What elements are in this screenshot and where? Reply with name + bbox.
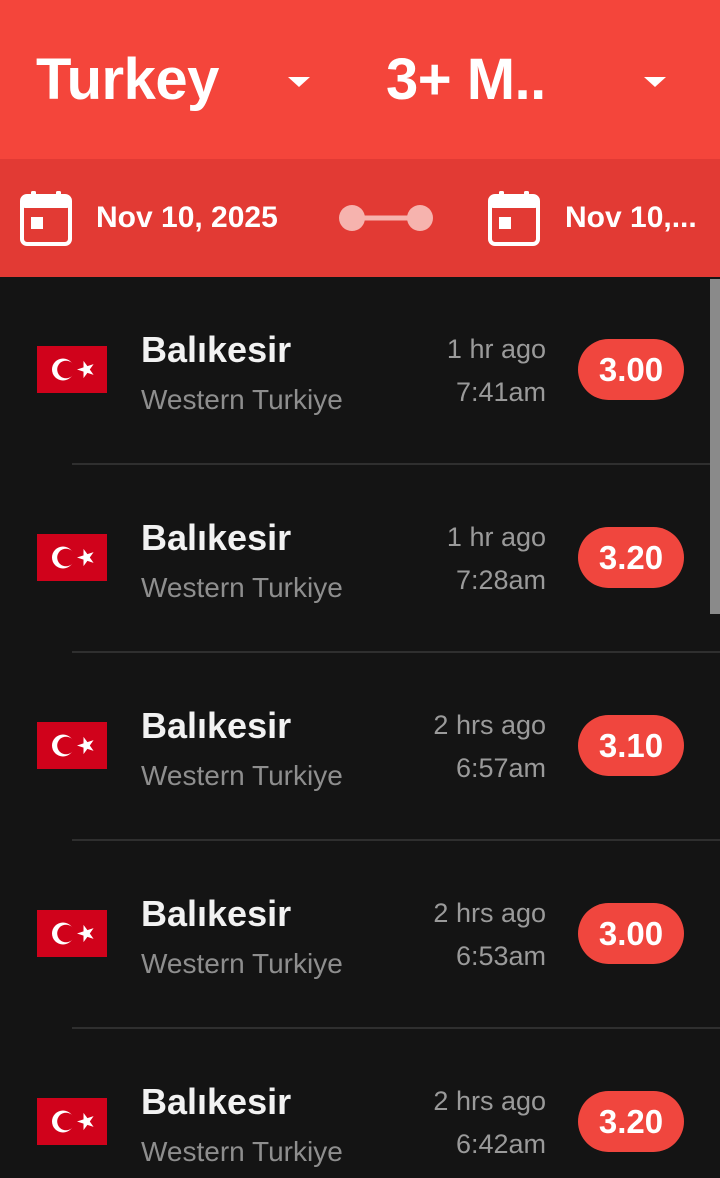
calendar-icon[interactable] [20,190,72,246]
turkey-flag-icon [37,346,107,393]
quake-place: Balıkesir [141,705,292,746]
earthquake-app: Turkey 3+ M.. Nov 10, 2025 Nov 10,... Ba… [0,0,720,1178]
magnitude-badge: 3.20 [578,1091,684,1152]
quake-place: Balıkesir [141,1081,292,1122]
list-item[interactable]: Balıkesir Western Turkiye 2 hrs ago 6:57… [0,653,720,841]
country-dropdown-value: Turkey [36,47,219,112]
turkey-flag-icon [37,722,107,769]
list-item[interactable]: Balıkesir Western Turkiye 2 hrs ago 6:53… [0,841,720,1029]
magnitude-dropdown-value: 3+ M.. [386,47,546,112]
quake-relative-time: 1 hr ago [446,522,546,552]
magnitude-badge: 3.20 [578,527,684,588]
country-dropdown[interactable]: Turkey [36,0,326,159]
range-connector-icon [339,205,433,231]
magnitude-dropdown[interactable]: 3+ M.. [386,0,686,159]
scrollbar[interactable] [710,279,720,614]
filter-bar: Turkey 3+ M.. [0,0,720,159]
quake-time: 7:41am [455,377,546,407]
quake-relative-time: 2 hrs ago [433,710,546,740]
turkey-flag-icon [37,1098,107,1145]
quake-region: Western Turkiye [141,948,343,979]
quake-relative-time: 2 hrs ago [433,898,546,928]
quake-time: 6:53am [455,941,546,971]
turkey-flag-icon [37,534,107,581]
quake-place: Balıkesir [141,517,292,558]
quake-time: 7:28am [455,565,546,595]
quake-time: 6:42am [455,1129,546,1159]
magnitude-badge: 3.00 [578,903,684,964]
list-item[interactable]: Balıkesir Western Turkiye 1 hr ago 7:28a… [0,465,720,653]
earthquake-list: Balıkesir Western Turkiye 1 hr ago 7:41a… [0,277,720,1178]
start-date[interactable]: Nov 10, 2025 [96,159,278,277]
magnitude-badge: 3.10 [578,715,684,776]
end-date[interactable]: Nov 10,... [565,159,697,277]
quake-region: Western Turkiye [141,1136,343,1167]
quake-place: Balıkesir [141,893,292,934]
chevron-down-icon[interactable] [644,77,666,87]
turkey-flag-icon [37,910,107,957]
calendar-icon[interactable] [488,190,540,246]
magnitude-badge: 3.00 [578,339,684,400]
quake-relative-time: 1 hr ago [446,334,546,364]
chevron-down-icon[interactable] [288,77,310,87]
quake-relative-time: 2 hrs ago [433,1086,546,1116]
quake-region: Western Turkiye [141,572,343,603]
quake-region: Western Turkiye [141,760,343,791]
quake-region: Western Turkiye [141,384,343,415]
list-item[interactable]: Balıkesir Western Turkiye 2 hrs ago 6:42… [0,1029,720,1178]
quake-place: Balıkesir [141,329,292,370]
list-item[interactable]: Balıkesir Western Turkiye 1 hr ago 7:41a… [0,277,720,465]
quake-time: 6:57am [455,753,546,783]
